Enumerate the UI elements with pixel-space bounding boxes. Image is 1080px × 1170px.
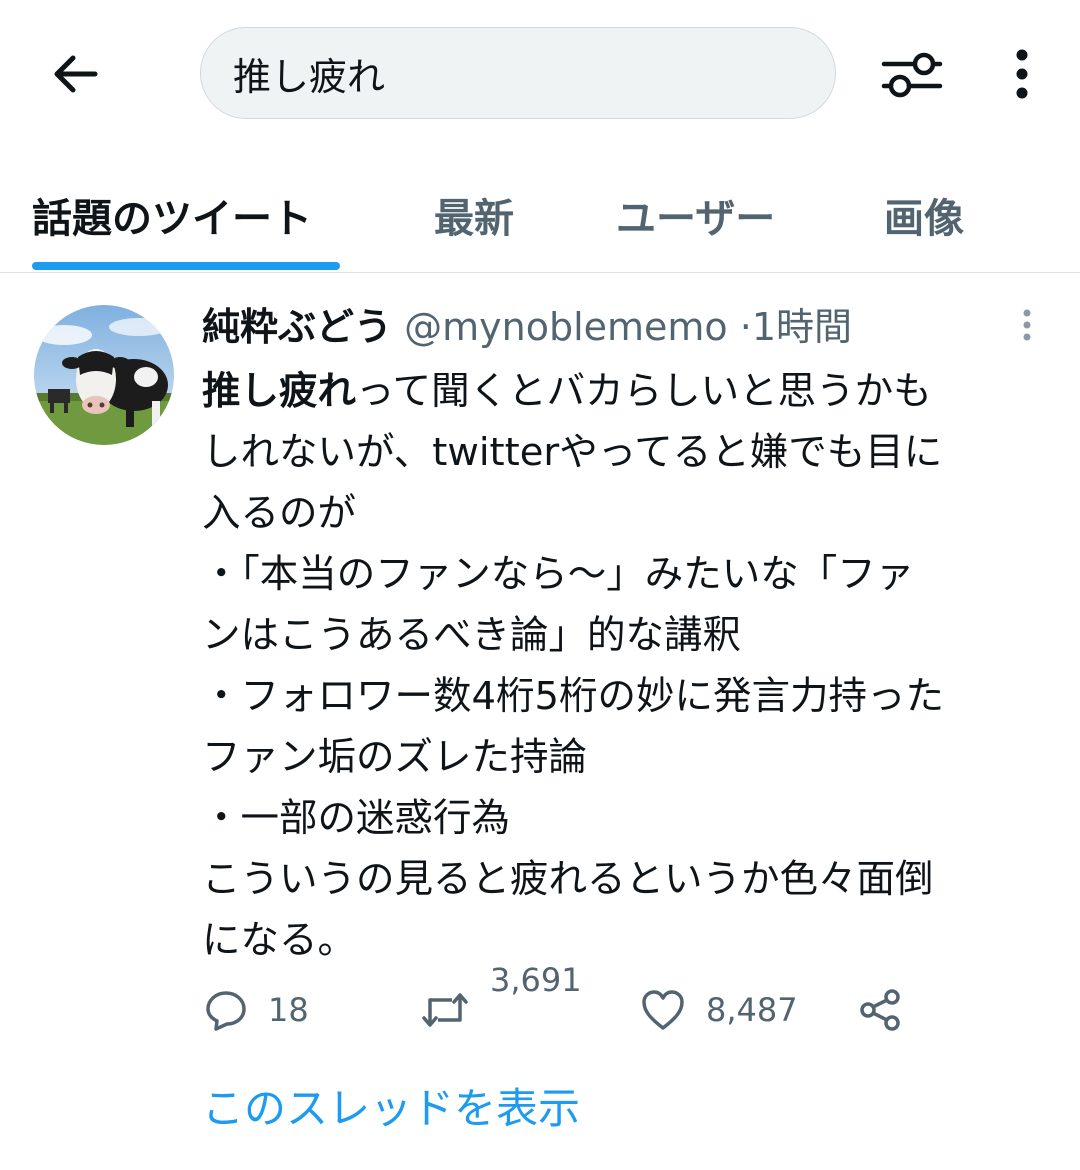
tweet-text-line: ンはこうあるべき論」的な講釈 bbox=[202, 613, 742, 658]
tweet-text-line: ・一部の迷惑行為 bbox=[202, 796, 511, 841]
arrow-left-icon bbox=[54, 55, 98, 93]
reply-button[interactable]: 18 bbox=[204, 988, 309, 1032]
top-bar bbox=[0, 0, 1080, 150]
tweet-text-line: 推し疲れって聞くとバカらしいと思うかも bbox=[202, 361, 1062, 422]
search-filter-button[interactable] bbox=[872, 42, 952, 106]
show-thread-link[interactable]: このスレッドを表示 bbox=[202, 1075, 580, 1136]
retweet-button[interactable] bbox=[420, 988, 470, 1032]
like-button[interactable]: 8,487 bbox=[640, 988, 798, 1032]
tweet-text-line: ・「本当のファンなら〜」みたいな「ファ bbox=[202, 552, 915, 597]
speech-bubble-icon bbox=[206, 991, 246, 1031]
separator-dot: · bbox=[739, 305, 752, 349]
sliders-icon bbox=[881, 52, 943, 98]
tab-people[interactable]: ユーザー bbox=[616, 186, 775, 244]
heart-icon bbox=[642, 990, 684, 1030]
search-tabs: 話題のツイート 最新 ユーザー 画像 bbox=[0, 150, 1080, 273]
share-icon bbox=[860, 989, 900, 1031]
user-handle[interactable]: @mynoblememo bbox=[404, 305, 728, 349]
tweet-text-line: ファン垢のズレた持論 bbox=[202, 735, 588, 780]
tweet-text-line: こういうの見ると疲れるというか色々面倒 bbox=[202, 857, 934, 902]
tweet-text: 推し疲れって聞くとバカらしいと思うかも しれないが、twitterやってると嫌で… bbox=[202, 361, 1062, 971]
avatar[interactable] bbox=[34, 305, 174, 445]
tab-top[interactable]: 話題のツイート bbox=[32, 186, 312, 244]
search-input[interactable] bbox=[233, 51, 793, 95]
cow-avatar-image bbox=[34, 305, 174, 445]
vertical-ellipsis-icon bbox=[1016, 49, 1028, 99]
tweet-text-line: 入るのが bbox=[202, 491, 357, 536]
display-name[interactable]: 純粋ぶどう bbox=[202, 305, 392, 349]
tab-latest[interactable]: 最新 bbox=[434, 186, 514, 244]
search-bar[interactable] bbox=[200, 27, 836, 119]
tweet-text-line: しれないが、twitterやってると嫌でも目に bbox=[202, 430, 943, 475]
tweet[interactable]: 純粋ぶどう @mynoblememo ·1時間 推し疲れって聞くとバカらしいと思… bbox=[0, 273, 1080, 1170]
more-options-button[interactable] bbox=[992, 42, 1052, 106]
active-tab-indicator bbox=[32, 262, 340, 270]
tab-photos[interactable]: 画像 bbox=[884, 186, 964, 244]
tweet-timestamp[interactable]: 1時間 bbox=[752, 305, 852, 349]
share-button[interactable] bbox=[858, 988, 904, 1032]
tweet-more-button[interactable] bbox=[1012, 307, 1042, 347]
vertical-ellipsis-icon bbox=[1023, 309, 1031, 341]
tweet-text-line: ・フォロワー数4桁5桁の妙に発言力持った bbox=[202, 674, 944, 719]
retweet-icon bbox=[422, 993, 468, 1027]
tweet-header: 純粋ぶどう @mynoblememo ·1時間 bbox=[202, 301, 852, 353]
tweet-text-line: になる。 bbox=[202, 918, 357, 963]
search-term-highlight: 推し疲れ bbox=[202, 369, 357, 414]
like-count: 8,487 bbox=[706, 991, 798, 1029]
back-button[interactable] bbox=[40, 42, 110, 106]
reply-count: 18 bbox=[268, 991, 309, 1029]
tweet-actions: 18 8,487 bbox=[0, 988, 1080, 1048]
tweet-text-fragment: って聞くとバカらしいと思うかも bbox=[356, 369, 932, 414]
